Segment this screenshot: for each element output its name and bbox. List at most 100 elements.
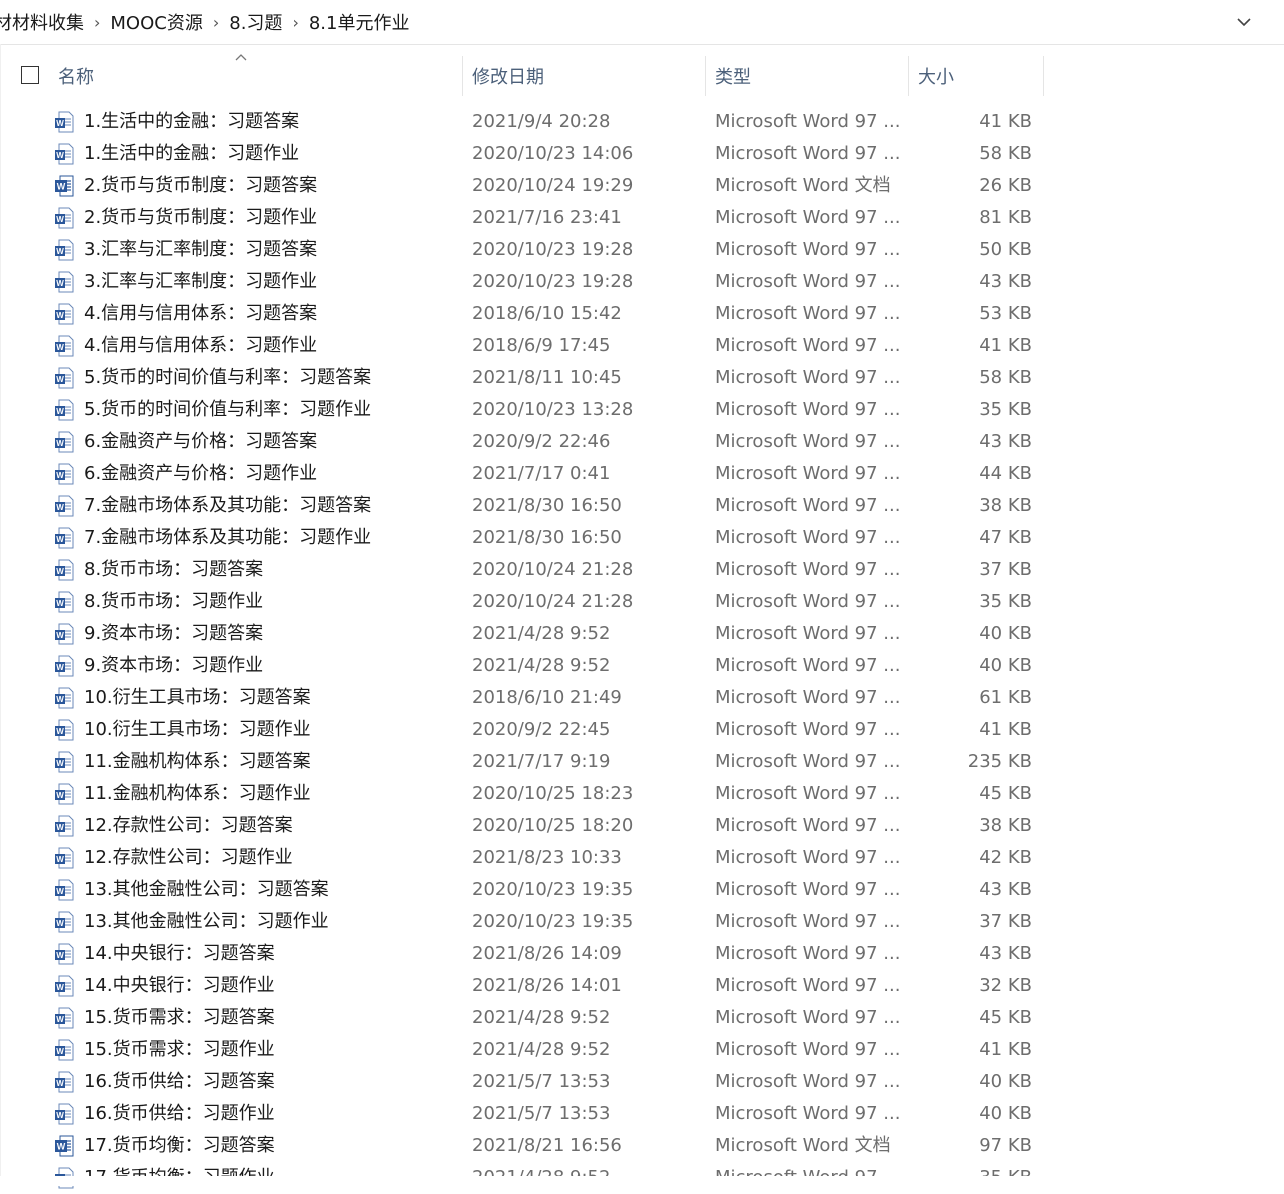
file-name: 12.存款性公司：习题作业 <box>84 847 293 868</box>
file-type: Microsoft Word 97 ... <box>715 559 901 580</box>
file-size: 40 KB <box>979 1103 1032 1124</box>
svg-text:W: W <box>56 311 64 320</box>
file-row[interactable]: W 12.存款性公司：习题作业 2021/8/23 10:33 Microsoft W… <box>0 842 1044 874</box>
file-name: 17.货币均衡：习题答案 <box>84 1135 275 1156</box>
file-row[interactable]: W 15.货币需求：习题答案 2021/4/28 9:52 Microsoft Wor… <box>0 1002 1044 1034</box>
file-row[interactable]: W 2.货币与货币制度：习题答案 2020/10/24 19:29 Microsoft… <box>0 170 1044 202</box>
file-name: 14.中央银行：习题作业 <box>84 975 275 996</box>
file-row[interactable]: W 3.汇率与汇率制度：习题答案 2020/10/23 19:28 Microsoft… <box>0 234 1044 266</box>
file-row[interactable]: W 11.金融机构体系：习题作业 2020/10/25 18:23 Microsoft… <box>0 778 1044 810</box>
file-row[interactable]: W 14.中央银行：习题作业 2021/8/26 14:01 Microsoft Wo… <box>0 970 1044 1002</box>
breadcrumb-item[interactable]: MOOC资源 <box>106 9 206 35</box>
file-name: 6.金融资产与价格：习题作业 <box>84 463 318 484</box>
chevron-down-icon[interactable] <box>1234 12 1254 32</box>
file-row[interactable]: W 11.金融机构体系：习题答案 2021/7/17 9:19 Microsoft W… <box>0 746 1044 778</box>
word-97-doc-icon: W <box>54 335 74 357</box>
file-row[interactable]: W 1.生活中的金融：习题答案 2021/9/4 20:28 Microsoft Wo… <box>0 106 1044 138</box>
svg-text:W: W <box>57 1142 66 1152</box>
svg-text:W: W <box>56 823 64 832</box>
file-row[interactable]: W 8.货币市场：习题答案 2020/10/24 21:28 Microsoft Wo… <box>0 554 1044 586</box>
svg-text:W: W <box>56 119 64 128</box>
breadcrumb-item[interactable]: 8.习题 <box>225 9 286 35</box>
file-row[interactable]: W 10.衍生工具市场：习题答案 2018/6/10 21:49 Microsoft … <box>0 682 1044 714</box>
column-divider[interactable] <box>462 56 463 96</box>
file-type: Microsoft Word 97 ... <box>715 719 901 740</box>
file-row[interactable]: W 9.资本市场：习题答案 2021/4/28 9:52 Microsoft Word… <box>0 618 1044 650</box>
file-row[interactable]: W 15.货币需求：习题作业 2021/4/28 9:52 Microsoft Wor… <box>0 1034 1044 1066</box>
breadcrumb-item[interactable]: 8.1单元作业 <box>305 9 414 35</box>
svg-text:W: W <box>56 855 64 864</box>
file-row[interactable]: W 8.货币市场：习题作业 2020/10/24 21:28 Microsoft Wo… <box>0 586 1044 618</box>
word-97-doc-icon: W <box>54 143 74 165</box>
file-row[interactable]: W 14.中央银行：习题答案 2021/8/26 14:09 Microsoft Wo… <box>0 938 1044 970</box>
file-modified-date: 2020/9/2 22:45 <box>472 719 611 740</box>
file-row[interactable]: W 5.货币的时间价值与利率：习题作业 2020/10/23 13:28 Micros… <box>0 394 1044 426</box>
file-size: 58 KB <box>979 367 1032 388</box>
file-modified-date: 2018/6/9 17:45 <box>472 335 611 356</box>
file-row[interactable]: W 4.信用与信用体系：习题答案 2018/6/10 15:42 Microsoft … <box>0 298 1044 330</box>
file-size: 38 KB <box>979 495 1032 516</box>
column-header-date[interactable]: 修改日期 <box>472 56 702 96</box>
column-header-type[interactable]: 类型 <box>715 56 905 96</box>
file-row[interactable]: W 12.存款性公司：习题答案 2020/10/25 18:20 Microsoft … <box>0 810 1044 842</box>
file-type: Microsoft Word 97 ... <box>715 911 901 932</box>
file-row[interactable]: W 2.货币与货币制度：习题作业 2021/7/16 23:41 Microsoft … <box>0 202 1044 234</box>
word-97-doc-icon: W <box>54 943 74 965</box>
column-divider[interactable] <box>908 56 909 96</box>
file-type: Microsoft Word 97 ... <box>715 399 901 420</box>
file-name: 9.资本市场：习题作业 <box>84 655 264 676</box>
file-name: 3.汇率与汇率制度：习题作业 <box>84 271 318 292</box>
column-header-size[interactable]: 大小 <box>918 56 1038 96</box>
file-row[interactable]: W 6.金融资产与价格：习题作业 2021/7/17 0:41 Microsoft W… <box>0 458 1044 490</box>
word-97-doc-icon: W <box>54 1007 74 1029</box>
chevron-right-icon[interactable]: › <box>207 13 225 32</box>
file-modified-date: 2021/8/30 16:50 <box>472 527 622 548</box>
column-header-name[interactable]: 名称 <box>58 56 460 96</box>
file-row[interactable]: W 9.资本市场：习题作业 2021/4/28 9:52 Microsoft Word… <box>0 650 1044 682</box>
file-type: Microsoft Word 文档 <box>715 1135 891 1156</box>
file-row[interactable]: W 13.其他金融性公司：习题作业 2020/10/23 19:35 Microsof… <box>0 906 1044 938</box>
file-modified-date: 2021/8/11 10:45 <box>472 367 622 388</box>
file-size: 38 KB <box>979 815 1032 836</box>
file-row[interactable]: W 17.货币均衡：习题答案 2021/8/21 16:56 Microsoft Wo… <box>0 1130 1044 1162</box>
file-row[interactable]: W 16.货币供给：习题答案 2021/5/7 13:53 Microsoft Wor… <box>0 1066 1044 1098</box>
file-modified-date: 2021/8/26 14:09 <box>472 943 622 964</box>
word-docx-icon: W <box>54 175 74 197</box>
file-row[interactable]: W 6.金融资产与价格：习题答案 2020/9/2 22:46 Microsoft W… <box>0 426 1044 458</box>
file-row[interactable]: W 16.货币供给：习题作业 2021/5/7 13:53 Microsoft Wor… <box>0 1098 1044 1130</box>
file-row[interactable]: W 7.金融市场体系及其功能：习题答案 2021/8/30 16:50 Microso… <box>0 490 1044 522</box>
file-name: 14.中央银行：习题答案 <box>84 943 275 964</box>
file-name: 15.货币需求：习题作业 <box>84 1039 275 1060</box>
select-all-checkbox[interactable] <box>21 66 39 84</box>
word-97-doc-icon: W <box>54 1039 74 1061</box>
column-divider[interactable] <box>705 56 706 96</box>
file-row[interactable]: W 7.金融市场体系及其功能：习题作业 2021/8/30 16:50 Microso… <box>0 522 1044 554</box>
file-name: 4.信用与信用体系：习题答案 <box>84 303 318 324</box>
file-type: Microsoft Word 97 ... <box>715 527 901 548</box>
file-row[interactable]: W 5.货币的时间价值与利率：习题答案 2021/8/11 10:45 Microso… <box>0 362 1044 394</box>
file-name: 5.货币的时间价值与利率：习题作业 <box>84 399 372 420</box>
svg-text:W: W <box>56 247 64 256</box>
svg-text:W: W <box>56 1015 64 1024</box>
breadcrumb-item[interactable]: 材材料收集 <box>0 9 88 35</box>
file-type: Microsoft Word 97 ... <box>715 207 901 228</box>
svg-text:W: W <box>56 471 64 480</box>
file-row[interactable]: W 13.其他金融性公司：习题答案 2020/10/23 19:35 Microsof… <box>0 874 1044 906</box>
file-row[interactable]: W 1.生活中的金融：习题作业 2020/10/23 14:06 Microsoft … <box>0 138 1044 170</box>
word-97-doc-icon: W <box>54 623 74 645</box>
file-type: Microsoft Word 97 ... <box>715 431 901 452</box>
file-row[interactable]: W 3.汇率与汇率制度：习题作业 2020/10/23 19:28 Microsoft… <box>0 266 1044 298</box>
file-name: 16.货币供给：习题作业 <box>84 1103 275 1124</box>
file-row[interactable]: W 10.衍生工具市场：习题作业 2020/9/2 22:45 Microsoft W… <box>0 714 1044 746</box>
word-97-doc-icon: W <box>54 1071 74 1093</box>
word-97-doc-icon: W <box>54 431 74 453</box>
chevron-right-icon[interactable]: › <box>88 13 106 32</box>
chevron-right-icon[interactable]: › <box>286 13 304 32</box>
file-type: Microsoft Word 97 ... <box>715 847 901 868</box>
file-row[interactable]: W 4.信用与信用体系：习题作业 2018/6/9 17:45 Microsoft W… <box>0 330 1044 362</box>
file-size: 37 KB <box>979 559 1032 580</box>
file-size: 41 KB <box>979 1039 1032 1060</box>
file-modified-date: 2021/8/30 16:50 <box>472 495 622 516</box>
word-97-doc-icon: W <box>54 719 74 741</box>
column-divider[interactable] <box>1043 56 1044 96</box>
